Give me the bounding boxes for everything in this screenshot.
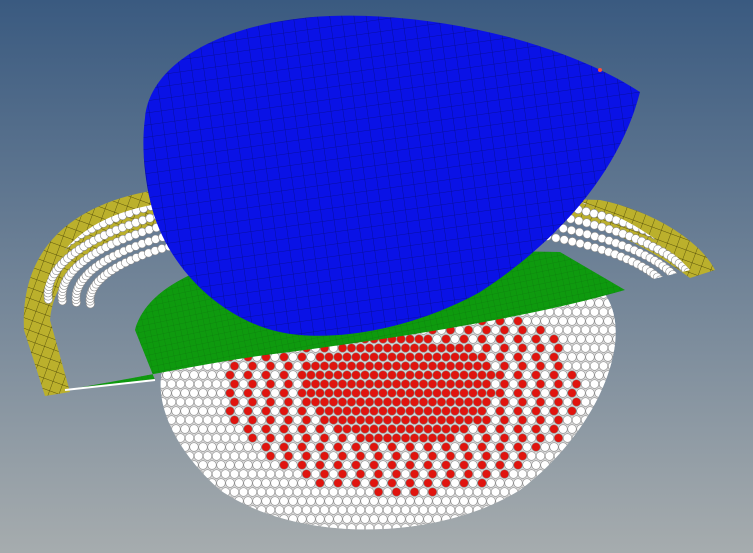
3d-viewport[interactable] bbox=[0, 0, 753, 553]
fem-scene bbox=[0, 0, 753, 553]
